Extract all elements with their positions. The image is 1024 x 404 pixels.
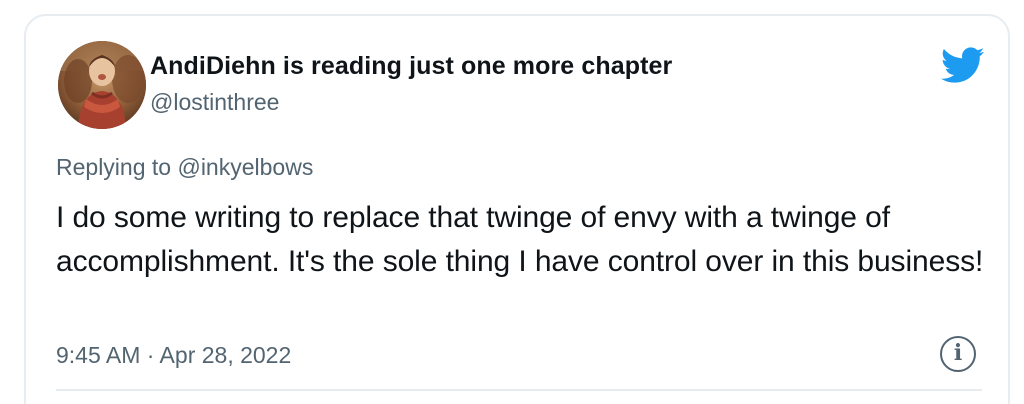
author-display-name[interactable]: AndiDiehn is reading just one more chapt…	[150, 52, 672, 81]
divider	[56, 389, 982, 391]
reply-mention-link[interactable]: @inkyelbows	[177, 154, 313, 180]
tweet-timestamp[interactable]: 9:45 AM · Apr 28, 2022	[56, 342, 291, 369]
info-icon[interactable]: i	[940, 336, 976, 372]
replying-to-label: Replying to	[56, 154, 172, 180]
twitter-logo-icon	[940, 47, 985, 83]
tweet-card: AndiDiehn is reading just one more chapt…	[24, 14, 1010, 404]
replying-to-line: Replying to @inkyelbows	[56, 154, 313, 181]
avatar[interactable]	[58, 41, 146, 129]
twitter-bird-icon[interactable]	[939, 46, 985, 86]
author-handle[interactable]: @lostinthree	[150, 89, 279, 116]
profile-photo-icon	[58, 41, 146, 129]
tweet-text: I do some writing to replace that twinge…	[56, 201, 984, 278]
